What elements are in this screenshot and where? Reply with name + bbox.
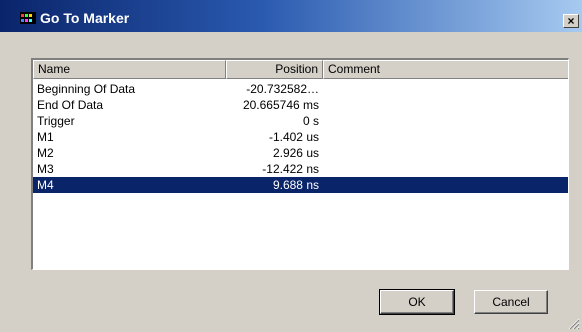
table-row-selected[interactable]: M4 9.688 ns (33, 177, 568, 193)
column-header-name[interactable]: Name (33, 60, 226, 79)
column-header-position[interactable]: Position (226, 60, 323, 79)
table-row[interactable]: M3 -12.422 ns (33, 161, 568, 177)
marker-position: -1.402 us (268, 130, 319, 144)
table-row[interactable]: M2 2.926 us (33, 145, 568, 161)
table-row[interactable]: Beginning Of Data -20.732582… (33, 81, 568, 97)
table-row[interactable]: M1 -1.402 us (33, 129, 568, 145)
marker-position: 20.665746 ms (242, 98, 319, 112)
close-icon: × (567, 14, 575, 28)
resize-grip-icon[interactable] (568, 318, 580, 330)
ok-button[interactable]: OK (379, 289, 455, 315)
table-row[interactable]: End Of Data 20.665746 ms (33, 97, 568, 113)
window-title: Go To Marker (40, 10, 130, 26)
marker-name: M3 (37, 162, 54, 176)
column-header-comment[interactable]: Comment (323, 60, 568, 79)
marker-name: End Of Data (37, 98, 104, 112)
title-bar[interactable]: Go To Marker × (0, 0, 582, 32)
table-row[interactable]: Trigger 0 s (33, 113, 568, 129)
marker-name: Trigger (37, 114, 75, 128)
marker-name: M1 (37, 130, 54, 144)
marker-name: M2 (37, 146, 54, 160)
marker-position: -12.422 ns (262, 162, 319, 176)
marker-position: 9.688 ns (272, 178, 319, 192)
cancel-button[interactable]: Cancel (474, 290, 548, 314)
marker-name: M4 (37, 178, 54, 192)
marker-list[interactable]: Name Position Comment Beginning Of Data … (31, 58, 569, 270)
marker-position: 2.926 us (272, 146, 319, 160)
close-button[interactable]: × (563, 14, 579, 28)
marker-position: 0 s (302, 114, 319, 128)
app-icon (20, 12, 36, 24)
marker-position: -20.732582… (246, 82, 319, 96)
marker-name: Beginning Of Data (37, 82, 136, 96)
list-header: Name Position Comment (33, 60, 568, 79)
